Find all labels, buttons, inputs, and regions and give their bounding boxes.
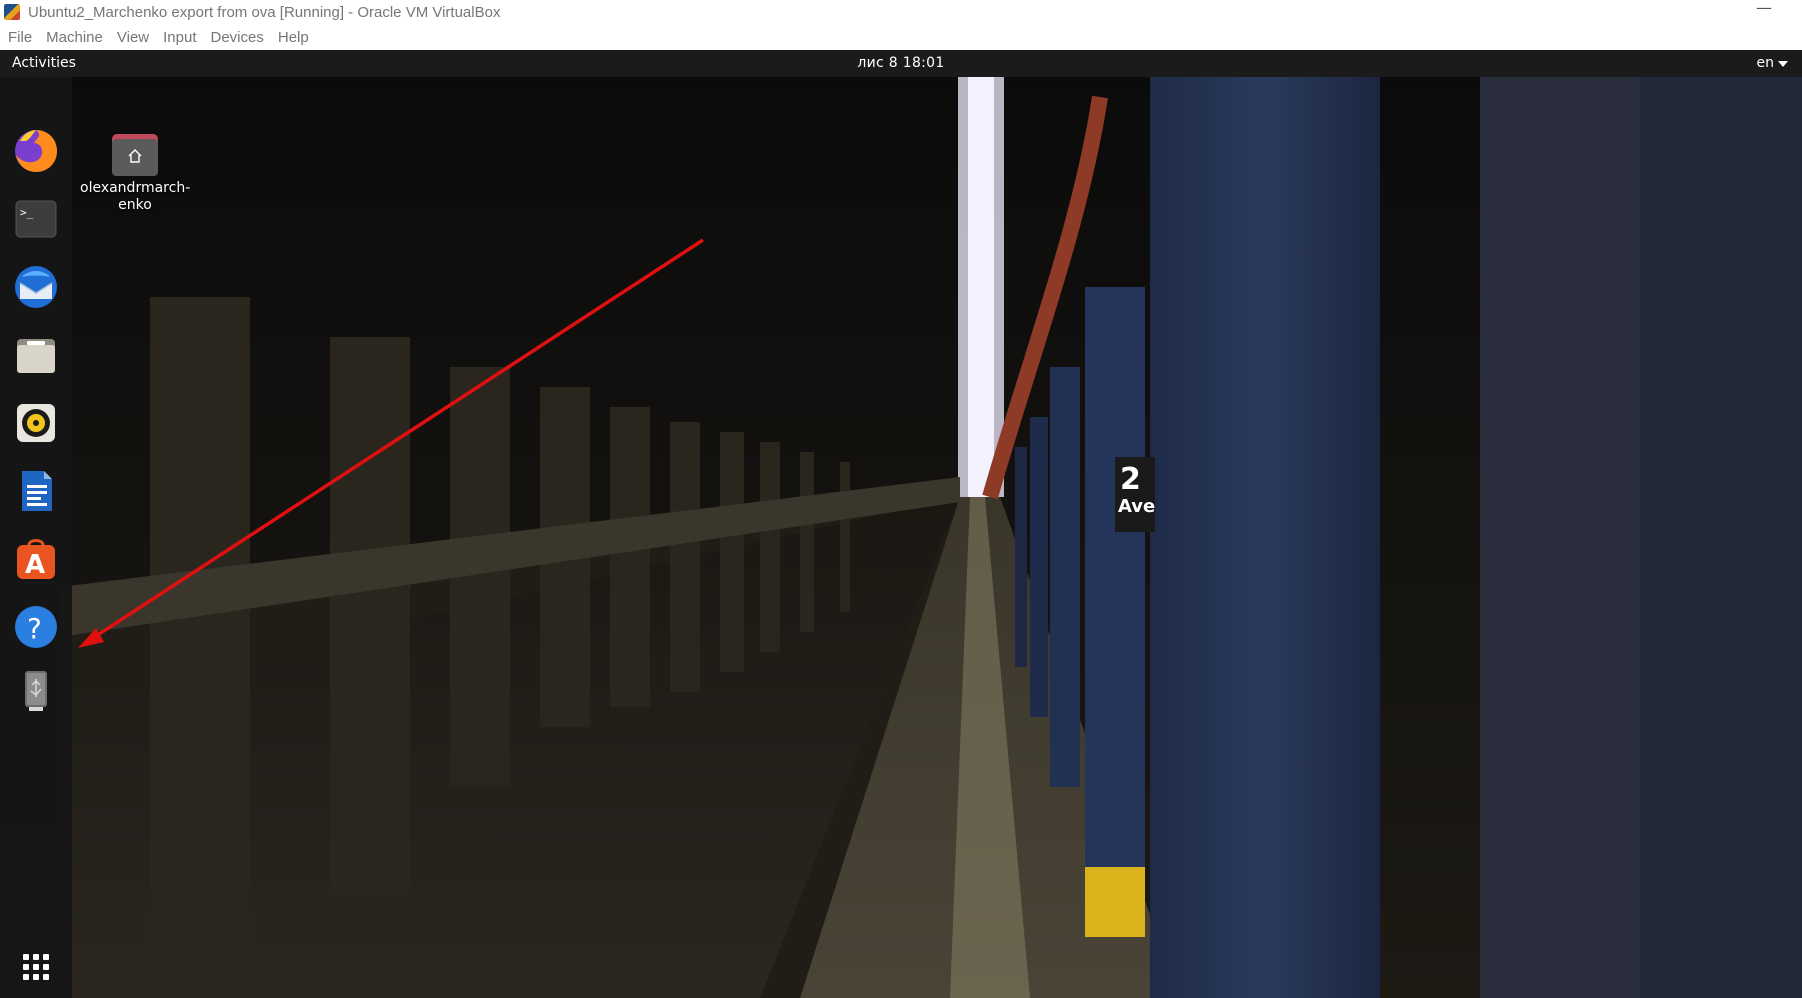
svg-text:Ave: Ave [1118,496,1155,517]
chevron-down-icon [1778,61,1788,67]
home-folder-desktop-icon[interactable]: olexandrmarch-enko [80,134,190,214]
menu-view[interactable]: View [117,29,149,46]
ubuntu-dock: >_ A ? [0,77,72,998]
help-icon[interactable]: ? [12,603,60,651]
menu-machine[interactable]: Machine [46,29,103,46]
home-folder-label: olexandrmarch-enko [80,180,191,213]
terminal-prompt-glyph: >_ [20,206,34,219]
help-glyph: ? [27,612,42,645]
language-indicator[interactable]: en [1757,55,1775,71]
rhythmbox-icon[interactable] [12,399,60,447]
svg-text:2: 2 [1120,462,1141,497]
menu-help[interactable]: Help [278,29,309,46]
guest-screen[interactable]: 2 Ave Activities лис 8 18:01 en olexandr… [0,50,1802,998]
ubuntu-software-icon[interactable]: A [12,535,60,583]
desktop-wallpaper: 2 Ave [0,77,1802,998]
vbox-title-bar: Ubuntu2_Marchenko export from ova [Runni… [0,0,1802,24]
thunderbird-icon[interactable] [12,263,60,311]
subway-wallpaper-image: 2 Ave [0,77,1802,998]
minimize-button[interactable]: — [1744,0,1784,24]
gnome-top-panel: Activities лис 8 18:01 en [0,50,1802,77]
files-icon[interactable] [12,331,60,379]
menu-file[interactable]: File [8,29,32,46]
show-applications-icon[interactable] [12,943,60,991]
activities-button[interactable]: Activities [12,55,76,71]
folder-icon [112,134,158,176]
menu-devices[interactable]: Devices [211,29,264,46]
firefox-icon[interactable] [12,127,60,175]
home-icon [128,149,142,163]
software-glyph: A [25,550,45,580]
libreoffice-writer-icon[interactable] [12,467,60,515]
clock[interactable]: лис 8 18:01 [857,55,944,71]
menu-input[interactable]: Input [163,29,196,46]
window-title: Ubuntu2_Marchenko export from ova [Runni… [28,3,501,21]
virtualbox-app-icon [2,2,22,22]
usb-drive-icon[interactable] [12,667,60,715]
vbox-menu-bar: File Machine View Input Devices Help [0,24,1802,50]
terminal-icon[interactable]: >_ [12,195,60,243]
